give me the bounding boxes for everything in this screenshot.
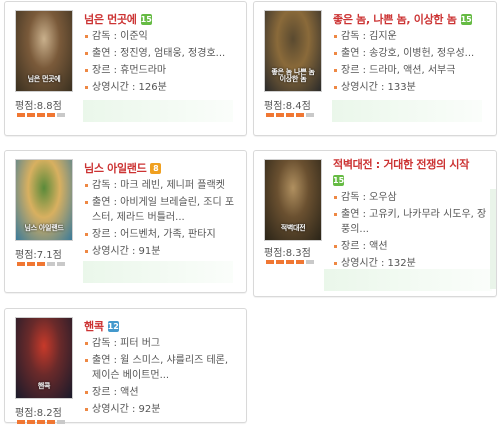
age-rating-badge: 15 <box>460 14 472 25</box>
star-segment <box>57 420 65 424</box>
star-segment <box>27 113 35 117</box>
star-segment <box>276 260 284 264</box>
cast-text: 출연 : 정진영, 엄태웅, 정경호... <box>84 45 240 62</box>
star-segment <box>17 262 25 266</box>
cast-text: 출연 : 아비게일 브레슬린, 조디 포스터, 제라드 버틀러... <box>84 194 240 226</box>
movie-title[interactable]: 좋은 놈, 나쁜 놈, 이상한 놈 <box>333 13 457 26</box>
card-highlight <box>332 100 482 122</box>
star-segment <box>296 260 304 264</box>
movie-card[interactable]: 좋은 놈 나쁜 놈 이상한 놈 평점:8.4점 좋은 놈, 나쁜 놈, 이상한 … <box>253 1 497 136</box>
star-segment <box>37 262 45 266</box>
genre-text: 장르 : 액션 <box>333 238 490 255</box>
star-segment <box>27 420 35 424</box>
movie-card[interactable]: 적벽대전 평점:8.3점 적벽대전 : 거대한 전쟁의 시작 15 감독 : 오우… <box>253 150 497 297</box>
movie-score: 평점:8.3점 <box>264 248 311 259</box>
genre-text: 장르 : 휴먼드라마 <box>84 62 240 79</box>
genre-text: 장르 : 어드벤처, 가족, 판타지 <box>84 226 240 243</box>
age-rating-badge: 15 <box>333 175 345 186</box>
runtime-text: 상영시간 : 92분 <box>84 401 240 418</box>
runtime-text: 상영시간 : 133분 <box>333 79 490 96</box>
movie-poster[interactable]: 님은 먼곳에 <box>15 10 73 92</box>
poster-caption: 좋은 놈 나쁜 놈 이상한 놈 <box>271 68 315 83</box>
genre-text: 장르 : 액션 <box>84 384 240 401</box>
movie-poster[interactable]: 적벽대전 <box>264 159 322 241</box>
poster-caption: 님은 먼곳에 <box>27 75 61 83</box>
age-rating-badge: 8 <box>150 163 162 174</box>
star-segment <box>47 113 55 117</box>
director-text: 감독 : 마크 레빈, 제니퍼 플랙켓 <box>84 177 240 194</box>
star-segment <box>266 113 274 117</box>
movie-card[interactable]: 님스 아일랜드 평점:7.1점 님스 아일랜드 8 감독 : 마크 레빈, 제니퍼… <box>4 150 247 293</box>
star-rating <box>266 260 316 265</box>
star-segment <box>286 113 294 117</box>
poster-caption: 핸콕 <box>37 382 51 390</box>
star-segment <box>17 420 25 424</box>
star-segment <box>47 262 55 266</box>
movie-title[interactable]: 핸콕 <box>84 320 104 333</box>
movie-title[interactable]: 넘은 먼곳에 <box>84 13 137 26</box>
age-rating-badge: 15 <box>140 14 152 25</box>
director-text: 감독 : 김지운 <box>333 28 490 45</box>
star-rating <box>266 113 316 118</box>
movie-card[interactable]: 핸콕 평점:8.2점 핸콕 12 감독 : 피터 버그 출연 : 윌 스미스, 샤… <box>4 308 247 425</box>
director-text: 감독 : 이준익 <box>84 28 240 45</box>
genre-text: 장르 : 드라마, 액션, 서부극 <box>333 62 490 79</box>
cast-text: 출연 : 송강호, 이병헌, 정우성... <box>333 45 490 62</box>
movie-poster[interactable]: 좋은 놈 나쁜 놈 이상한 놈 <box>264 10 322 92</box>
star-segment <box>47 420 55 424</box>
star-segment <box>57 262 65 266</box>
movie-title[interactable]: 적벽대전 : 거대한 전쟁의 시작 <box>333 158 469 171</box>
star-segment <box>37 113 45 117</box>
star-segment <box>306 260 314 264</box>
star-segment <box>37 420 45 424</box>
movie-card[interactable]: 님은 먼곳에 평점:8.8점 넘은 먼곳에 15 감독 : 이준익 출연 : 정진… <box>4 1 247 136</box>
poster-caption: 님스 아일랜드 <box>24 224 64 232</box>
star-rating <box>17 113 67 118</box>
director-text: 감독 : 오우삼 <box>333 189 490 206</box>
movie-poster[interactable]: 핸콕 <box>15 317 73 399</box>
runtime-text: 상영시간 : 126분 <box>84 79 240 96</box>
star-segment <box>57 113 65 117</box>
movie-poster[interactable]: 님스 아일랜드 <box>15 159 73 241</box>
movie-title[interactable]: 님스 아일랜드 <box>84 162 147 175</box>
card-highlight-edge <box>490 189 496 289</box>
star-segment <box>276 113 284 117</box>
movie-score: 평점:7.1점 <box>15 250 62 261</box>
card-highlight <box>83 100 233 122</box>
director-text: 감독 : 피터 버그 <box>84 335 240 352</box>
star-segment <box>27 262 35 266</box>
movie-score: 평점:8.8점 <box>15 101 62 112</box>
star-segment <box>286 260 294 264</box>
star-segment <box>266 260 274 264</box>
cast-text: 출연 : 윌 스미스, 샤를리즈 테론, 제이슨 베이트먼... <box>84 352 240 384</box>
runtime-text: 상영시간 : 91분 <box>84 243 240 260</box>
cast-text: 출연 : 고유키, 나카무라 시도우, 장풍의... <box>333 206 490 238</box>
star-rating <box>17 262 67 267</box>
star-rating <box>17 420 67 425</box>
star-segment <box>306 113 314 117</box>
star-segment <box>296 113 304 117</box>
star-segment <box>17 113 25 117</box>
card-highlight <box>324 269 492 291</box>
poster-caption: 적벽대전 <box>280 224 306 232</box>
movie-score: 평점:8.4점 <box>264 101 311 112</box>
age-rating-badge: 12 <box>107 321 119 332</box>
card-highlight <box>83 261 233 283</box>
